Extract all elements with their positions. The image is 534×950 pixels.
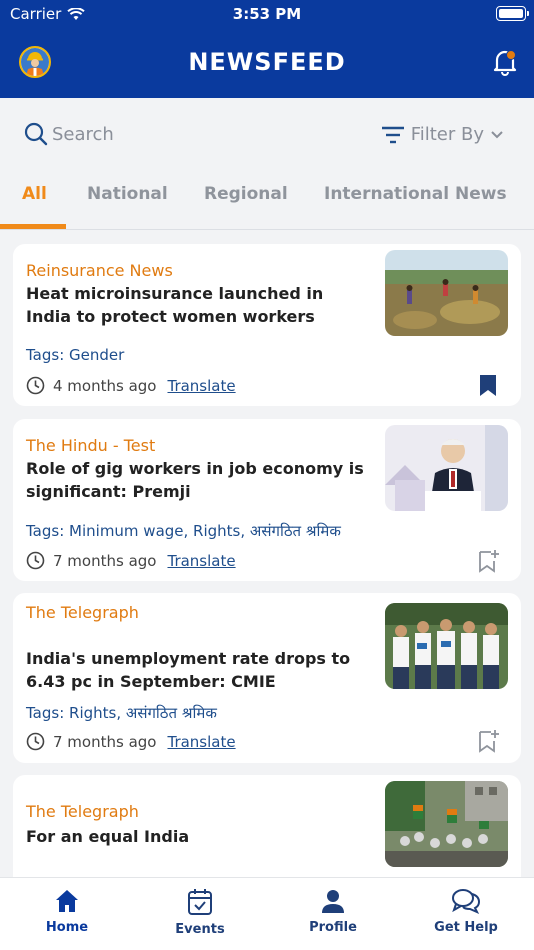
search-icon[interactable] (24, 122, 48, 146)
news-title[interactable]: For an equal India (26, 825, 371, 848)
news-title[interactable]: India's unemployment rate drops to 6.43 … (26, 647, 371, 693)
news-tags[interactable]: Tags: Rights, असंगठित श्रमिक (26, 703, 217, 723)
news-card[interactable]: The Telegraph India's unemployment rate … (13, 593, 521, 763)
translate-link[interactable]: Translate (167, 733, 235, 751)
calendar-icon (188, 889, 212, 915)
news-time: 7 months ago (53, 551, 157, 570)
page-title: NEWSFEED (188, 48, 346, 76)
news-title[interactable]: Role of gig workers in job economy is si… (26, 457, 371, 503)
nav-home[interactable]: Home (22, 888, 112, 935)
filter-icon (381, 126, 404, 143)
active-tab-indicator (0, 224, 66, 229)
bookmark-add-icon[interactable] (478, 549, 500, 573)
search-bar: Search Filter By (0, 98, 534, 170)
news-meta: 7 months ago Translate (26, 551, 236, 570)
app-header: Carrier 3:53 PM NEWSFEED (0, 0, 534, 98)
filter-button[interactable]: Filter By (381, 124, 504, 145)
news-tags[interactable]: Tags: Minimum wage, Rights, असंगठित श्रम… (26, 521, 341, 541)
tab-national[interactable]: National (87, 184, 168, 204)
person-icon (322, 890, 344, 913)
bookmark-icon[interactable] (478, 374, 498, 398)
news-tags[interactable]: Tags: Gender (26, 346, 124, 364)
bell-icon (493, 50, 517, 76)
news-thumbnail[interactable] (385, 781, 508, 867)
filter-label: Filter By (410, 124, 484, 145)
news-card[interactable]: Reinsurance News Heat microinsurance lau… (13, 244, 521, 406)
news-card[interactable]: The Hindu - Test Role of gig workers in … (13, 419, 521, 581)
battery-icon (496, 6, 529, 21)
tab-all[interactable]: All (22, 184, 47, 204)
chat-icon (452, 889, 481, 914)
home-icon (56, 890, 78, 912)
category-tabs: All National Regional International News (0, 170, 534, 230)
news-source: The Hindu - Test (26, 436, 156, 455)
news-thumbnail[interactable] (385, 250, 508, 336)
chevron-down-icon (491, 130, 503, 138)
nav-get-help[interactable]: Get Help (421, 888, 511, 935)
news-source: The Telegraph (26, 603, 139, 622)
news-time: 4 months ago (53, 376, 157, 395)
search-input[interactable]: Search (52, 124, 114, 145)
clock-icon (26, 376, 45, 395)
news-title[interactable]: Heat microinsurance launched in India to… (26, 282, 371, 328)
news-thumbnail[interactable] (385, 425, 508, 511)
news-source: The Telegraph (26, 802, 139, 821)
bookmark-add-icon[interactable] (478, 729, 500, 753)
nav-label: Home (45, 920, 89, 935)
news-source: Reinsurance News (26, 261, 173, 280)
news-meta: 4 months ago Translate (26, 376, 236, 395)
nav-events[interactable]: Events (155, 888, 245, 937)
translate-link[interactable]: Translate (167, 552, 235, 570)
notification-button[interactable] (490, 46, 520, 76)
clock-icon (26, 551, 45, 570)
clock-icon (26, 732, 45, 751)
translate-link[interactable]: Translate (167, 377, 235, 395)
nav-label: Get Help (434, 920, 498, 935)
news-thumbnail[interactable] (385, 603, 508, 689)
nav-profile[interactable]: Profile (288, 888, 378, 935)
news-time: 7 months ago (53, 732, 157, 751)
status-bar: Carrier 3:53 PM (0, 0, 534, 28)
tab-international-news[interactable]: International News (324, 184, 507, 204)
status-time: 3:53 PM (232, 5, 302, 23)
bottom-navigation: Home Events Profile Get Help (0, 877, 534, 950)
nav-label: Profile (309, 920, 357, 935)
news-meta: 7 months ago Translate (26, 732, 236, 751)
tab-regional[interactable]: Regional (204, 184, 288, 204)
nav-label: Events (175, 922, 225, 937)
